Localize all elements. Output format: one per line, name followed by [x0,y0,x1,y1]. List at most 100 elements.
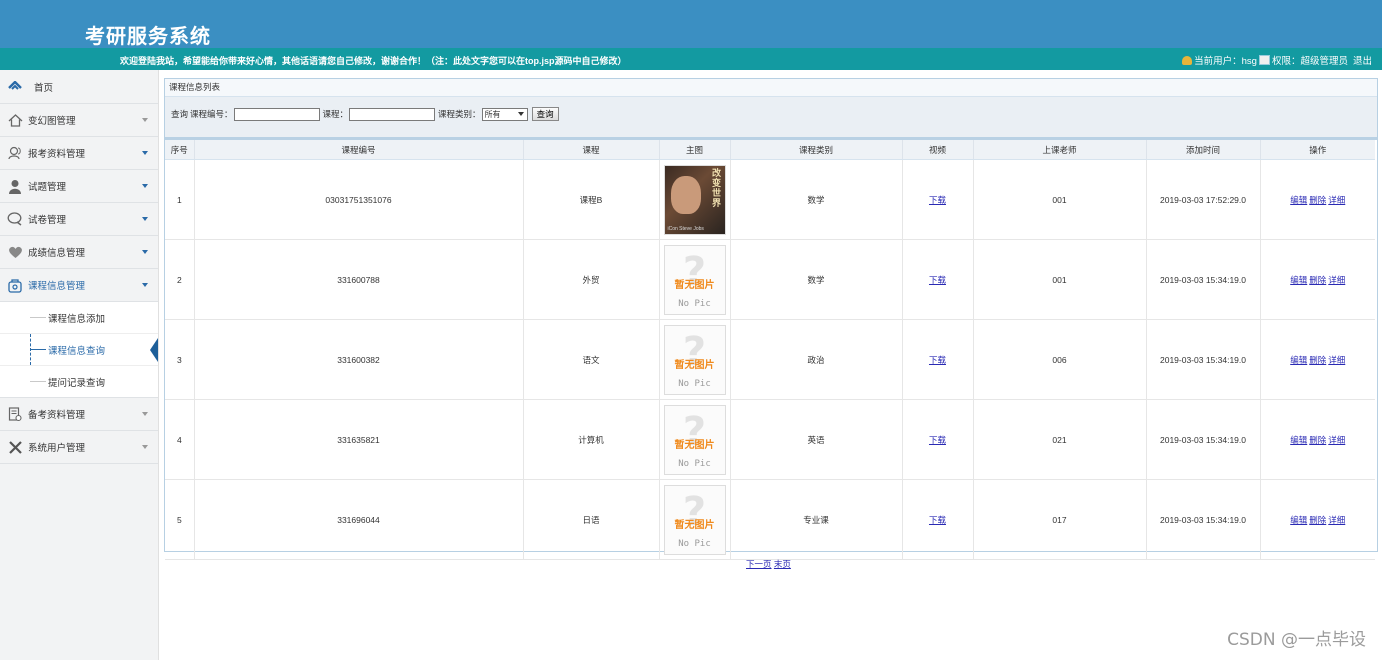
search-button[interactable]: 查询 [531,107,559,121]
course-type-select[interactable]: 所有 [481,107,528,121]
user-icon [1182,55,1193,65]
submenu-item-label: 提问记录查询 [48,377,106,389]
no-pic-text: 暂无图片 [674,279,715,291]
no-pic-text-en: No Pic [678,458,711,469]
detail-link[interactable]: 详细 [1328,435,1345,445]
edit-link[interactable]: 编辑 [1290,195,1307,205]
courses-submenu: 课程信息添加 课程信息查询 提问记录查询 [0,302,158,398]
no-image-placeholder[interactable]: ? 暂无图片 No Pic [663,404,726,475]
no-image-placeholder[interactable]: ? 暂无图片 No Pic [663,244,726,315]
course-table: 序号 课程编号 课程 主图 课程类别 视频 上课老师 添加时间 操作 1 030… [165,140,1375,560]
video-download-link[interactable]: 下载 [929,275,946,285]
cell-time: 2019-03-03 15:34:19.0 [1146,399,1261,480]
cell-course: 语文 [523,319,660,400]
cell-teacher: 021 [973,399,1147,480]
no-pic-text: 暂无图片 [674,439,715,451]
cell-course: 课程B [523,159,660,240]
welcome-bar: 欢迎登陆我站，希望能给你带来好心情，其他话语请您自己修改，谢谢合作！（注：此处文… [0,48,1382,70]
delete-link[interactable]: 删除 [1309,435,1326,445]
cell-no: 4 [165,399,195,480]
cell-teacher: 001 [973,159,1147,240]
cell-code: 331600382 [194,319,524,400]
course-image[interactable]: 改变世界 iCon Steve Jobs [663,164,726,235]
no-pic-text-en: No Pic [678,378,711,389]
delete-link[interactable]: 删除 [1309,275,1326,285]
sidebar-item-label: 备考资料管理 [28,410,86,421]
sidebar-item-label: 课程信息管理 [28,281,86,292]
chevron-down-icon [142,283,148,287]
edit-link[interactable]: 编辑 [1290,515,1307,525]
sidebar-item-home[interactable]: 首页 [0,70,158,104]
photo-text: 改变世界 [711,168,721,209]
column-header: 课程类别 [730,140,903,160]
delete-link[interactable]: 删除 [1309,195,1326,205]
course-code-input[interactable] [233,107,320,121]
sidebar-item-prep-materials[interactable]: 备考资料管理 [0,398,158,431]
sidebar-item-questions[interactable]: 试题管理 [0,170,158,203]
sidebar-item-label: 报考资料管理 [28,149,86,160]
delete-link[interactable]: 删除 [1309,355,1326,365]
heart-icon [7,244,23,260]
chevron-down-icon [142,184,148,188]
sidebar-item-courses[interactable]: 课程信息管理 [0,269,158,302]
column-header: 操作 [1260,140,1375,160]
course-list-panel: 课程信息列表 查询 课程编号： 课程： 课程类别： 所有 查询 序号 课程编号 … [164,78,1378,560]
sidebar-item-scores[interactable]: 成绩信息管理 [0,236,158,269]
video-download-link[interactable]: 下载 [929,515,946,525]
chat-bubble-icon [7,211,23,227]
submenu-item-course-query[interactable]: 课程信息查询 [0,334,158,366]
column-header: 视频 [902,140,974,160]
cell-type: 政治 [730,319,903,400]
course-name-input[interactable] [349,107,436,121]
table-row: 4 331635821 计算机 ? 暂无图片 No Pic 英语 下载 021 … [165,399,1375,480]
cell-type: 专业课 [730,479,903,560]
user-info: 当前用户：hsg 权限：超级管理员 退出 [1182,53,1372,67]
sidebar-item-banner[interactable]: 变幻图管理 [0,104,158,137]
edit-link[interactable]: 编辑 [1290,275,1307,285]
query-label: 查询 [171,109,189,119]
sidebar-item-papers[interactable]: 试卷管理 [0,203,158,236]
no-image-placeholder[interactable]: ? 暂无图片 No Pic [663,324,726,395]
logout-link[interactable]: 退出 [1353,53,1372,67]
sidebar-item-label: 试卷管理 [28,215,67,226]
video-download-link[interactable]: 下载 [929,435,946,445]
detail-link[interactable]: 详细 [1328,275,1345,285]
sidebar-item-system-users[interactable]: 系统用户管理 [0,431,158,464]
role-icon [1258,55,1270,65]
video-download-link[interactable]: 下载 [929,355,946,365]
detail-link[interactable]: 详细 [1328,195,1345,205]
cell-time: 2019-03-03 15:34:19.0 [1146,319,1261,400]
column-header: 课程 [523,140,660,160]
cell-no: 3 [165,319,195,400]
sidebar-item-label: 成绩信息管理 [28,248,86,259]
no-image-placeholder[interactable]: ? 暂无图片 No Pic [663,484,726,555]
submenu-item-course-add[interactable]: 课程信息添加 [0,302,158,334]
sidebar-item-exam-materials[interactable]: 报考资料管理 [0,137,158,170]
users-icon [7,145,23,161]
next-page-link[interactable]: 下一页 [746,559,772,569]
photo-caption: iCon Steve Jobs [667,225,704,232]
table-row: 1 03031751351076 课程B 改变世界 iCon Steve Job… [165,159,1375,240]
chevron-down-icon [142,151,148,155]
tools-icon [7,439,23,455]
no-pic-text: 暂无图片 [674,519,715,531]
course-code-label: 课程编号： [190,109,233,119]
chevron-down-icon [142,118,148,122]
cell-type: 英语 [730,399,903,480]
column-header: 课程编号 [194,140,524,160]
detail-link[interactable]: 详细 [1328,515,1345,525]
cell-code: 03031751351076 [194,159,524,240]
edit-link[interactable]: 编辑 [1290,435,1307,445]
video-download-link[interactable]: 下载 [929,195,946,205]
detail-link[interactable]: 详细 [1328,355,1345,365]
column-header: 添加时间 [1146,140,1261,160]
user-role: 权限：超级管理员 [1271,56,1348,67]
edit-link[interactable]: 编辑 [1290,355,1307,365]
delete-link[interactable]: 删除 [1309,515,1326,525]
house-outline-icon [7,112,23,128]
last-page-link[interactable]: 末页 [774,559,791,569]
submenu-item-label: 课程信息查询 [48,345,106,357]
submenu-item-question-records[interactable]: 提问记录查询 [0,366,158,397]
welcome-text: 欢迎登陆我站，希望能给你带来好心情，其他话语请您自己修改，谢谢合作！（注：此处文… [120,56,627,66]
person-icon [7,178,23,194]
